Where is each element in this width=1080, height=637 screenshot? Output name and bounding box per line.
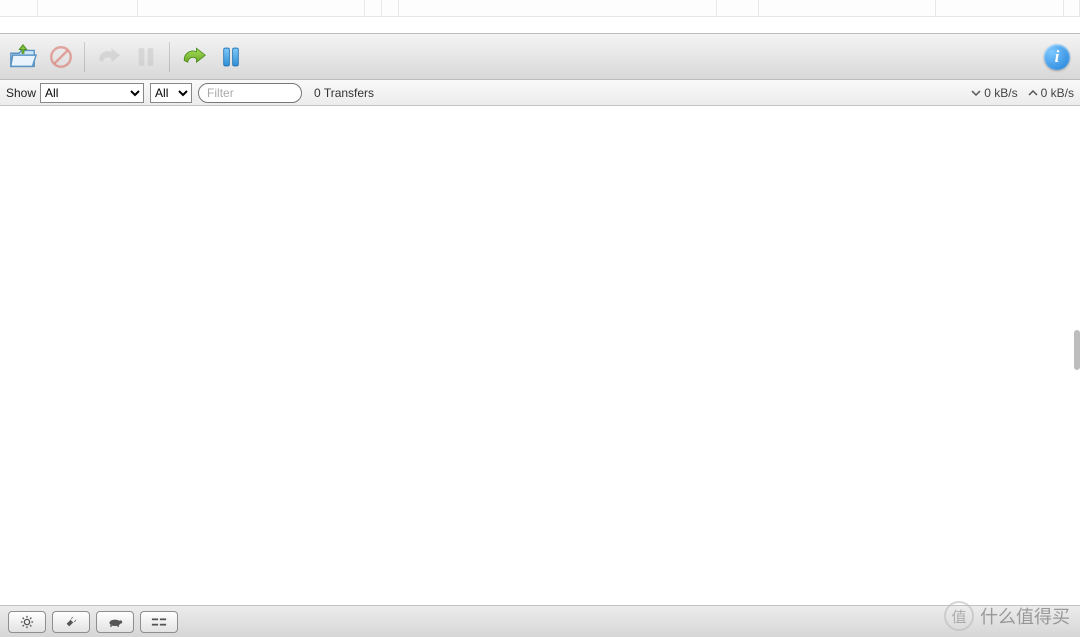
settings-button[interactable] (8, 611, 46, 633)
toolbar-separator (84, 42, 85, 72)
show-label: Show (6, 86, 36, 100)
resume-all-button[interactable] (178, 42, 208, 72)
info-button[interactable]: i (1042, 42, 1072, 72)
ratio-icon (151, 615, 167, 629)
prefs-button[interactable] (52, 611, 90, 633)
pause-icon (133, 44, 159, 70)
info-icon: i (1044, 44, 1070, 70)
chevron-down-icon (971, 88, 981, 98)
compact-view-button[interactable] (140, 611, 178, 633)
filterbar: Show All All 0 Transfers 0 kB/s 0 kB/s (0, 80, 1080, 106)
watermark: 值 什么值得买 (944, 601, 1070, 631)
upload-rate: 0 kB/s (1028, 86, 1074, 100)
resume-arrow-icon (94, 43, 122, 71)
scrollbar-thumb[interactable] (1074, 330, 1080, 370)
transfer-list (0, 106, 1080, 605)
group-filter-select[interactable]: All (150, 83, 192, 103)
open-folder-icon (8, 42, 38, 72)
watermark-badge: 值 (944, 601, 974, 631)
gear-icon (19, 615, 35, 629)
turtle-mode-button[interactable] (96, 611, 134, 633)
pause-all-icon (218, 44, 244, 70)
remove-circle-icon (48, 44, 74, 70)
upload-rate-value: 0 kB/s (1041, 86, 1074, 100)
watermark-text: 什么值得买 (980, 603, 1070, 629)
chevron-up-icon (1028, 88, 1038, 98)
turtle-icon (107, 615, 123, 629)
pause-button[interactable] (131, 42, 161, 72)
pause-all-button[interactable] (216, 42, 246, 72)
filter-input[interactable] (198, 83, 302, 103)
toolbar-separator (169, 42, 170, 72)
toolbar: i (0, 33, 1080, 80)
wrench-icon (63, 615, 79, 629)
remove-button[interactable] (46, 42, 76, 72)
status-filter-select[interactable]: All (40, 83, 144, 103)
resume-button[interactable] (93, 42, 123, 72)
bottombar (0, 605, 1080, 637)
resume-all-arrow-icon (179, 43, 207, 71)
gap-strip (0, 17, 1080, 33)
transfers-count: 0 Transfers (314, 86, 374, 100)
window-tabstrip (0, 0, 1080, 17)
download-rate-value: 0 kB/s (984, 86, 1017, 100)
open-torrent-button[interactable] (8, 42, 38, 72)
download-rate: 0 kB/s (971, 86, 1017, 100)
